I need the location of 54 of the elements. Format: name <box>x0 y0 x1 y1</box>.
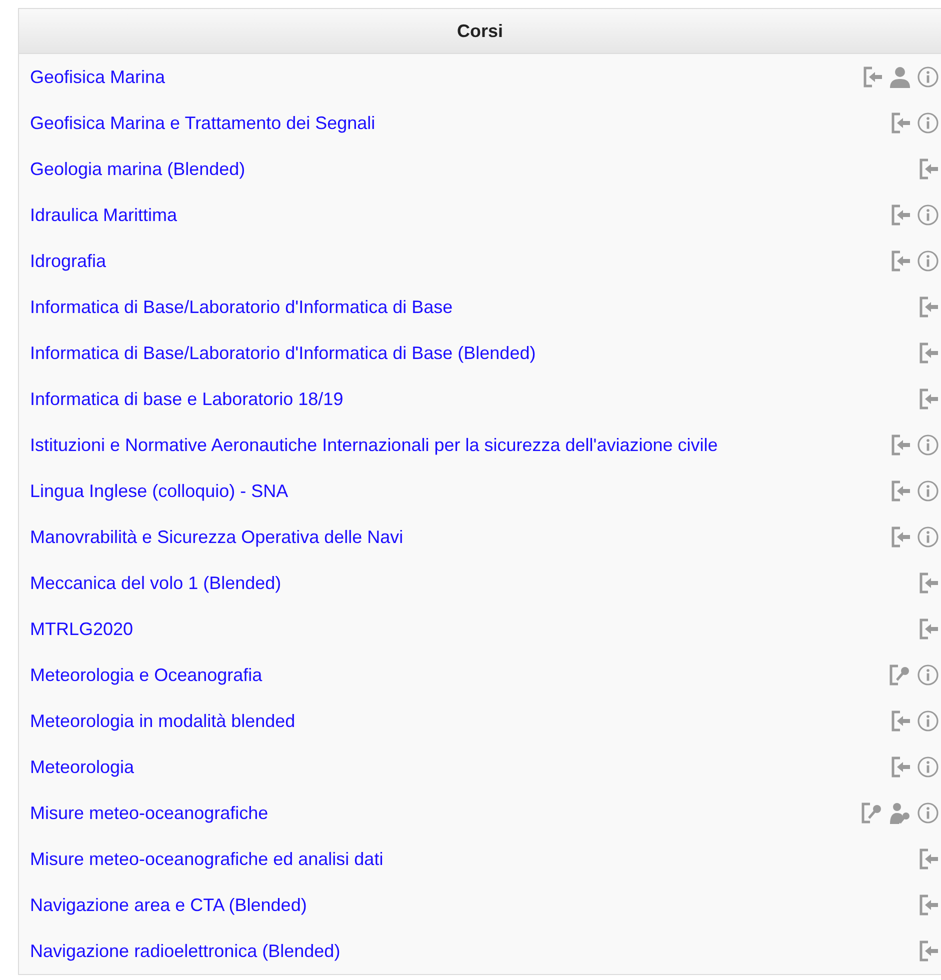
info-icon <box>917 250 939 272</box>
info-icon <box>917 756 939 778</box>
course-link[interactable]: Meteorologia e Oceanografia <box>30 664 262 686</box>
course-link[interactable]: Istituzioni e Normative Aeronautiche Internazionali per la sicurezza dell'aviazione civile <box>30 434 718 456</box>
enrol-icon <box>891 710 911 732</box>
course-link[interactable]: Informatica di Base/Laboratorio d'Informatica di Base (Blended) <box>30 342 536 364</box>
course-link[interactable]: Geologia marina (Blended) <box>30 158 246 180</box>
key-icon <box>889 664 911 686</box>
course-link[interactable]: Navigazione area e CTA (Blended) <box>30 894 307 916</box>
course-link[interactable]: MTRLG2020 <box>30 618 134 640</box>
course-link[interactable]: Meccanica del volo 1 (Blended) <box>30 572 282 594</box>
enrol-icon <box>919 848 939 870</box>
course-link[interactable]: Idrografia <box>30 250 106 272</box>
course-link[interactable]: Geofisica Marina e Trattamento dei Segnali <box>30 112 376 134</box>
course-link[interactable]: Idraulica Marittima <box>30 204 178 226</box>
enrol-icon <box>919 572 939 594</box>
person-icon <box>889 66 911 88</box>
info-icon <box>917 434 939 456</box>
info-icon <box>917 204 939 226</box>
enrol-icon <box>919 342 939 364</box>
enrol-icon <box>891 756 911 778</box>
info-icon <box>917 664 939 686</box>
enrol-icon <box>919 296 939 318</box>
header-title: Corsi <box>456 20 503 42</box>
course-link[interactable]: Meteorologia in modalità blended <box>30 710 296 732</box>
course-link[interactable]: Manovrabilità e Sicurezza Operativa delle Navi <box>30 526 404 548</box>
person-key-icon <box>889 802 911 824</box>
enrol-icon <box>919 158 939 180</box>
info-icon <box>917 112 939 134</box>
enrol-icon <box>891 480 911 502</box>
enrol-icon <box>891 250 911 272</box>
course-link[interactable]: Misure meteo-oceanografiche <box>30 802 268 824</box>
info-icon <box>917 710 939 732</box>
enrol-icon <box>891 526 911 548</box>
enrol-icon <box>919 894 939 916</box>
enrol-icon <box>919 618 939 640</box>
info-icon <box>917 66 939 88</box>
course-link[interactable]: Geofisica Marina <box>30 66 166 88</box>
enrol-icon <box>891 434 911 456</box>
enrol-icon <box>891 204 911 226</box>
course-link[interactable]: Navigazione radioelettronica (Blended) <box>30 940 340 962</box>
enrol-icon <box>891 112 911 134</box>
course-link[interactable]: Meteorologia <box>30 756 134 778</box>
info-icon <box>917 802 939 824</box>
info-icon <box>917 526 939 548</box>
enrol-icon <box>863 66 883 88</box>
course-link[interactable]: Informatica di Base/Laboratorio d'Informatica di Base <box>30 296 453 318</box>
info-icon <box>917 480 939 502</box>
enrol-icon <box>919 940 939 962</box>
enrol-icon <box>919 388 939 410</box>
course-link[interactable]: Misure meteo-oceanografiche ed analisi dati <box>30 848 384 870</box>
key-icon <box>861 802 883 824</box>
course-link[interactable]: Informatica di base e Laboratorio 18/19 <box>30 388 344 410</box>
course-link[interactable]: Lingua Inglese (colloquio) - SNA <box>30 480 288 502</box>
